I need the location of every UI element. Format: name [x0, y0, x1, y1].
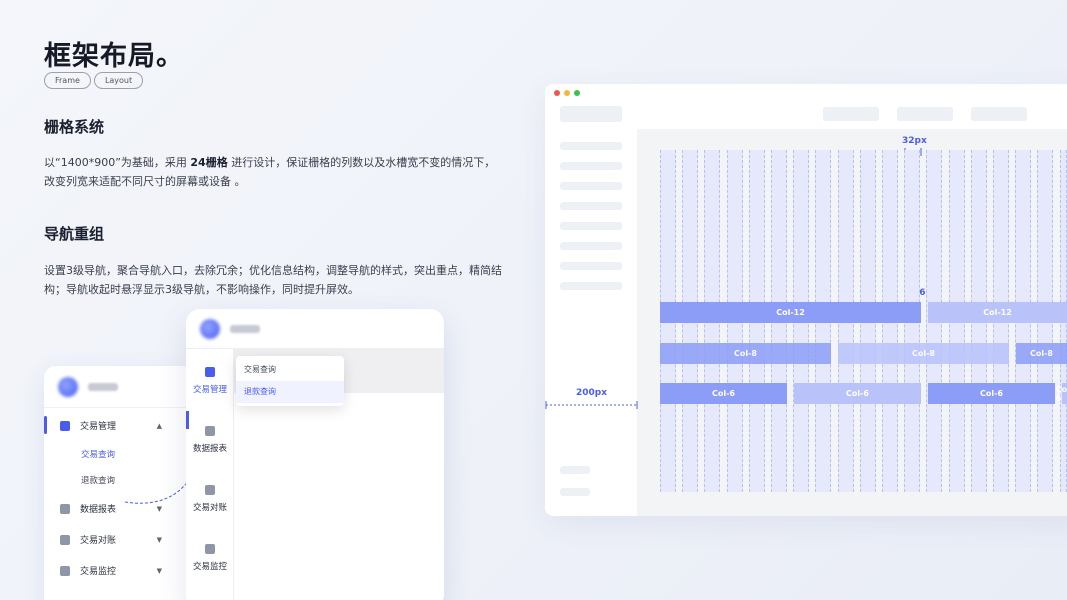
grid-bar-col-6: Col-6 — [1056, 383, 1067, 404]
gutter-label: 32px — [902, 136, 927, 146]
tag-layout: Layout — [93, 72, 144, 89]
reconcile-icon — [205, 485, 215, 495]
grid-description: 以“1400*900”为基础，采用 24栅格 进行设计，保证栅格的列数以及水槽宽… — [44, 156, 496, 188]
collapsed-menu-card: 交易管理 数据报表 交易对账 交易监控 — [186, 309, 444, 600]
grid-bar-col-6: Col-6 — [794, 383, 921, 404]
grid-bar-col-8: Col-8 — [660, 343, 831, 364]
menu-item-reconcile[interactable]: 交易对账 ▼ — [44, 524, 194, 555]
nav-heading: 导航重组 — [44, 225, 105, 243]
flyout-submenu: 交易查询 退款查询 — [236, 356, 344, 406]
menu-logo-collapsed — [186, 309, 444, 349]
nav-rail: 交易管理 数据报表 交易对账 交易监控 — [186, 349, 234, 600]
monitor-icon — [205, 544, 215, 554]
chevron-down-icon: ▼ — [156, 566, 162, 575]
chevron-up-icon: ▲ — [156, 421, 162, 430]
flyout-refund-query[interactable]: 退款查询 — [236, 381, 344, 403]
menu-item-monitor[interactable]: 交易监控 ▼ — [44, 555, 194, 586]
flyout-trade-query[interactable]: 交易查询 — [236, 359, 344, 381]
logo-icon — [58, 376, 78, 397]
chevron-down-icon: ▼ — [156, 535, 162, 544]
submenu-trade-query[interactable]: 交易查询 — [44, 441, 194, 467]
sidebar-width-marker — [545, 401, 638, 409]
window-controls — [554, 90, 580, 96]
grid-bar-col-6: Col-6 — [928, 383, 1055, 404]
rail-item-monitor[interactable]: 交易监控 — [186, 544, 234, 572]
chart-icon — [60, 503, 70, 514]
grid-bar-col-8: Col-8 — [838, 343, 1009, 364]
grid-bar-col-12: Col-12 — [928, 302, 1067, 323]
menu-logo — [44, 366, 194, 408]
nav-description: 设置3级导航，聚合导航入口，去除冗余；优化信息结构，调整导航的样式，突出重点，精… — [44, 264, 502, 296]
rail-item-trade-manage[interactable]: 交易管理 — [186, 367, 234, 395]
tag-group: Frame Layout — [44, 72, 144, 89]
monitor-icon — [60, 565, 70, 576]
rail-item-data-report[interactable]: 数据报表 — [186, 426, 234, 454]
chart-icon — [205, 426, 215, 436]
reconcile-icon — [60, 534, 70, 545]
rail-item-reconcile[interactable]: 交易对账 — [186, 485, 234, 513]
page-title: 框架布局。 — [44, 41, 184, 72]
grid-heading: 栅格系统 — [44, 118, 105, 136]
close-dot-icon[interactable] — [554, 90, 560, 96]
grid-bar-col-6: Col-6 — [660, 383, 787, 404]
ledger-icon — [205, 367, 215, 377]
menu-item-trade-manage[interactable]: 交易管理 ▲ — [44, 410, 194, 441]
logo-icon — [200, 318, 220, 339]
maximize-dot-icon[interactable] — [574, 90, 580, 96]
ledger-icon — [60, 420, 70, 431]
grid-bar-col-8: Col-8 — [1016, 343, 1067, 364]
grid-bar-col-12: Col-12 — [660, 302, 921, 323]
tag-frame: Frame — [44, 72, 91, 89]
minimize-dot-icon[interactable] — [564, 90, 570, 96]
sidebar-width-label: 200px — [576, 388, 608, 398]
